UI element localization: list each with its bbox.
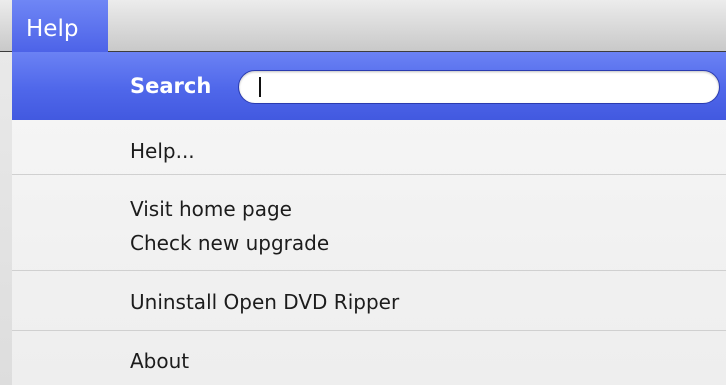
- menu-item-visit-home-page[interactable]: Visit home page: [130, 192, 292, 226]
- menu-item-uninstall[interactable]: Uninstall Open DVD Ripper: [130, 285, 399, 319]
- menu-help-title[interactable]: Help: [12, 0, 108, 52]
- menu-divider: [12, 174, 726, 175]
- menu-bar: Help: [0, 0, 726, 52]
- menu-item-check-new-upgrade[interactable]: Check new upgrade: [130, 226, 329, 260]
- text-caret: [259, 77, 261, 97]
- menu-item-help[interactable]: Help...: [130, 134, 195, 168]
- screen: Help Search Help... Visit home page Chec…: [0, 0, 726, 385]
- menu-search-row: Search: [12, 52, 726, 120]
- search-label: Search: [130, 74, 212, 98]
- menu-divider: [12, 330, 726, 331]
- search-input[interactable]: [238, 70, 720, 104]
- menu-divider: [12, 270, 726, 271]
- window-edge: [0, 52, 12, 385]
- help-dropdown-menu: Search Help... Visit home page Check new…: [12, 52, 726, 385]
- menu-item-about[interactable]: About: [130, 344, 189, 378]
